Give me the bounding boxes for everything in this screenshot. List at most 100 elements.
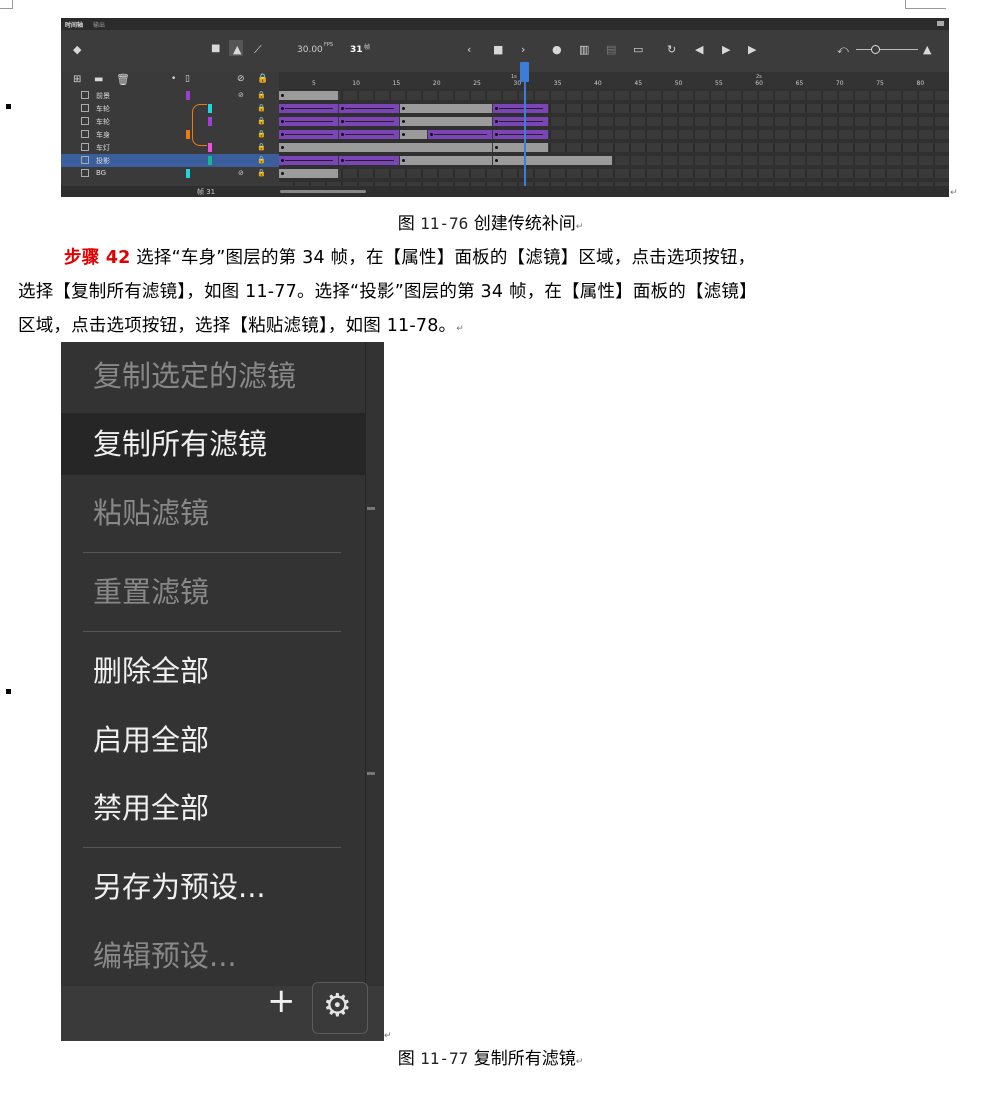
static-frame-span[interactable] [492, 156, 613, 165]
keyframe-dot[interactable] [281, 94, 284, 97]
new-layer-icon[interactable]: ⊞ [73, 75, 81, 85]
lock-icon[interactable]: 🔒 [257, 156, 266, 164]
keyframe-dot[interactable] [401, 107, 405, 110]
static-frame-span[interactable] [492, 143, 548, 152]
static-frame-span[interactable] [279, 91, 339, 100]
delete-icon[interactable]: 🗑 [116, 74, 130, 85]
graph-icon[interactable]: ⟋ [254, 44, 262, 55]
lock-icon[interactable]: 🔒 [257, 117, 266, 125]
keyframe-dot[interactable] [281, 107, 284, 110]
layer-row[interactable]: 车身 🔒 [61, 128, 279, 141]
step-back-icon[interactable]: ◀ [695, 44, 703, 55]
static-frame-span[interactable] [399, 156, 492, 165]
layer-color-swatch[interactable] [186, 91, 190, 100]
keyframe-dot[interactable] [341, 159, 345, 162]
current-frame[interactable]: 31 [350, 45, 363, 55]
layer-color-swatch[interactable] [208, 143, 212, 152]
menu-item-disable-all[interactable]: 禁用全部 [61, 777, 365, 839]
keyframe-dot[interactable] [281, 159, 284, 162]
menu-item-reset-filter[interactable]: 重置滤镜 [61, 561, 365, 623]
keyframe-dot[interactable] [494, 120, 498, 123]
menu-item-copy-all-filters[interactable]: 复制所有滤镜 [61, 413, 365, 475]
layer-color-swatch[interactable] [208, 156, 212, 165]
stop-icon[interactable]: ■ [493, 44, 503, 55]
menu-item-edit-preset[interactable]: 编辑预设... [61, 925, 365, 987]
layer-name[interactable]: BG [96, 169, 106, 177]
next-keyframe-icon[interactable]: › [521, 44, 525, 55]
classic-tween-span[interactable] [279, 130, 339, 139]
static-frame-span[interactable] [279, 169, 339, 178]
highlight-dot-icon[interactable]: • [171, 75, 176, 84]
static-frame-span[interactable] [399, 104, 492, 113]
loop-icon[interactable]: ↻ [667, 44, 676, 55]
classic-tween-span[interactable] [279, 156, 339, 165]
layer-name[interactable]: 车轮 [96, 104, 110, 114]
new-folder-icon[interactable]: ▬ [94, 75, 103, 85]
layer-row[interactable]: 投影 🔒 [61, 154, 279, 167]
layer-row[interactable]: 前景 ⊘ 🔒 [61, 89, 279, 102]
layer-row[interactable]: 车灯 🔒 [61, 141, 279, 154]
layer-color-swatch[interactable] [186, 130, 190, 139]
lock-icon[interactable]: 🔒 [257, 91, 266, 99]
horizontal-scrollbar[interactable] [280, 190, 366, 193]
keyframe-dot[interactable] [341, 107, 345, 110]
play-icon[interactable]: ▶ [722, 44, 730, 55]
frame-ruler[interactable]: 1s 2s 5 10 15 20 25 30 35 40 45 50 55 60 65 70 75 80 [279, 72, 949, 89]
static-frame-span[interactable] [279, 143, 492, 152]
zoom-mountain-icon[interactable]: ▲ [923, 44, 931, 55]
menu-item-delete-all[interactable]: 删除全部 [61, 640, 365, 702]
keyframe-dot[interactable] [494, 107, 498, 110]
keyframe-dot[interactable] [281, 146, 284, 149]
keyframe-dot[interactable] [341, 120, 345, 123]
classic-tween-span[interactable] [279, 117, 339, 126]
add-filter-icon[interactable]: + [267, 984, 296, 1018]
classic-tween-span[interactable] [492, 117, 548, 126]
classic-tween-span[interactable] [339, 130, 399, 139]
lock-icon[interactable]: 🔒 [257, 104, 266, 112]
classic-tween-span[interactable] [339, 104, 399, 113]
step-forward-icon[interactable]: ▶ [748, 44, 756, 55]
keyframe-dot[interactable] [281, 120, 284, 123]
classic-tween-span[interactable] [339, 117, 399, 126]
layer-name[interactable]: 投影 [96, 156, 110, 166]
layer-name[interactable]: 前景 [96, 91, 110, 101]
insert-tween-icon[interactable]: ▭ [633, 44, 643, 55]
visibility-icon[interactable]: ⊘ [237, 75, 245, 84]
onion-skin-icon[interactable]: ● [552, 44, 562, 55]
layer-color-swatch[interactable] [208, 104, 212, 113]
playhead-line[interactable] [524, 62, 526, 186]
layer-name[interactable]: 车身 [96, 130, 110, 140]
static-frame-span[interactable] [399, 117, 492, 126]
layer-row[interactable]: BG ⊘ 🔒 [61, 167, 279, 180]
menu-item-enable-all[interactable]: 启用全部 [61, 709, 365, 771]
layer-name[interactable]: 车灯 [96, 143, 110, 153]
classic-tween-span[interactable] [428, 130, 492, 139]
lock-all-icon[interactable]: 🔒 [257, 75, 268, 84]
keyframe-dot[interactable] [401, 133, 405, 136]
prev-keyframe-icon[interactable]: ‹ [467, 44, 471, 55]
menu-item-copy-selected-filter[interactable]: 复制选定的滤镜 [61, 345, 365, 407]
keyframe-dot[interactable] [401, 159, 405, 162]
tab-timeline[interactable]: 时间轴 [65, 20, 83, 29]
menu-item-save-as-preset[interactable]: 另存为预设... [61, 856, 365, 918]
outline-icon[interactable]: ▯ [185, 75, 190, 84]
keyframe-dot[interactable] [281, 172, 284, 175]
hidden-eye-icon[interactable]: ⊘ [238, 169, 244, 177]
menu-item-paste-filter[interactable]: 粘贴滤镜 [61, 482, 365, 544]
lock-icon[interactable]: 🔒 [257, 169, 266, 177]
fps-value[interactable]: 30.00 [297, 45, 323, 55]
camera-icon[interactable]: ■ [211, 44, 220, 54]
panel-menu-icon[interactable] [937, 21, 944, 26]
hidden-eye-icon[interactable]: ⊘ [238, 91, 244, 99]
tab-output[interactable]: 输出 [93, 20, 105, 29]
keyframe-dot[interactable] [281, 133, 284, 136]
layer-row[interactable]: 车轮 🔒 [61, 115, 279, 128]
frame-grid[interactable] [279, 89, 949, 191]
keyframe-dot[interactable] [494, 146, 498, 149]
classic-tween-span[interactable] [339, 156, 399, 165]
onion-outline-icon[interactable]: ▥ [579, 44, 589, 55]
classic-tween-span[interactable] [279, 104, 339, 113]
zoom-slider-handle[interactable] [871, 45, 880, 54]
center-frame-icon[interactable]: ⤺ [837, 44, 849, 55]
edit-multiple-icon[interactable]: ▤ [606, 44, 616, 55]
